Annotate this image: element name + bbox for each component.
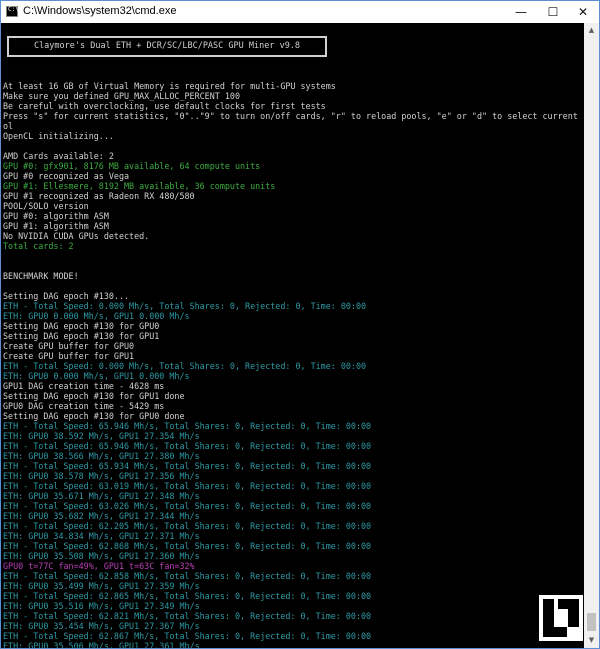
close-button[interactable]: ✕ — [567, 1, 599, 23]
cmd-window: C:\Windows\system32\cmd.exe — ☐ ✕ Claymo… — [0, 0, 600, 649]
console-line: Setting DAG epoch #130 for GPU1 — [3, 331, 160, 341]
console-line: Total cards: 2 — [3, 241, 74, 251]
console-line: ETH - Total Speed: 62.821 Mh/s, Total Sh… — [3, 611, 372, 621]
console-line: Make sure you defined GPU_MAX_ALLOC_PERC… — [3, 91, 240, 101]
window-title: C:\Windows\system32\cmd.exe — [23, 5, 177, 17]
console-line: ETH - Total Speed: 65.946 Mh/s, Total Sh… — [3, 441, 372, 451]
console-line: ETH: GPU0 35.516 Mh/s, GPU1 27.349 Mh/s — [3, 601, 200, 611]
console-line: ETH - Total Speed: 63.026 Mh/s, Total Sh… — [3, 501, 372, 511]
console-line: ETH: GPU0 35.506 Mh/s, GPU1 27.361 Mh/s — [3, 641, 200, 649]
console-line: ETH - Total Speed: 62.858 Mh/s, Total Sh… — [3, 571, 372, 581]
console-line: GPU #1: algorithm ASM — [3, 221, 109, 231]
console-line: ETH: GPU0 38.566 Mh/s, GPU1 27.380 Mh/s — [3, 451, 200, 461]
console-line: GPU #0: algorithm ASM — [3, 211, 109, 221]
console-line: ETH - Total Speed: 65.934 Mh/s, Total Sh… — [3, 461, 372, 471]
console-line: ETH: GPU0 35.454 Mh/s, GPU1 27.367 Mh/s — [3, 621, 200, 631]
console-line: ETH - Total Speed: 0.000 Mh/s, Total Sha… — [3, 361, 367, 371]
console-line: Setting DAG epoch #130 for GPU0 — [3, 321, 160, 331]
corner-logo-icon — [539, 595, 583, 641]
console-line: ETH: GPU0 35.508 Mh/s, GPU1 27.360 Mh/s — [3, 551, 200, 561]
console-line: ETH: GPU0 35.499 Mh/s, GPU1 27.359 Mh/s — [3, 581, 200, 591]
console-line: ol — [3, 121, 14, 131]
console-output[interactable]: Claymore's Dual ETH + DCR/SC/LBC/PASC GP… — [1, 23, 584, 648]
console-line: GPU1 DAG creation time - 4628 ms — [3, 381, 165, 391]
console-line: BENCHMARK MODE! — [3, 271, 79, 281]
console-line: GPU0 DAG creation time - 5429 ms — [3, 401, 165, 411]
console-line: Create GPU buffer for GPU1 — [3, 351, 135, 361]
console-line: No NVIDIA CUDA GPUs detected. — [3, 231, 150, 241]
console-line: OpenCL initializing... — [3, 131, 114, 141]
console-line: ETH: GPU0 34.834 Mh/s, GPU1 27.371 Mh/s — [3, 531, 200, 541]
console-line: Be careful with overclocking, use defaul… — [3, 101, 326, 111]
scrollbar-thumb[interactable] — [587, 613, 596, 631]
console-line: GPU #1 recognized as Radeon RX 480/580 — [3, 191, 195, 201]
console-line: ETH: GPU0 35.682 Mh/s, GPU1 27.344 Mh/s — [3, 511, 200, 521]
console-line: ETH - Total Speed: 62.867 Mh/s, Total Sh… — [3, 631, 372, 641]
scroll-down-arrow-icon[interactable]: ▼ — [584, 633, 599, 648]
console-line: At least 16 GB of Virtual Memory is requ… — [3, 81, 336, 91]
console-line: Setting DAG epoch #130 for GPU1 done — [3, 391, 185, 401]
console-lines: At least 16 GB of Virtual Memory is requ… — [3, 71, 582, 649]
console-line: ETH - Total Speed: 0.000 Mh/s, Total Sha… — [3, 301, 367, 311]
console-line: ETH: GPU0 38.578 Mh/s, GPU1 27.356 Mh/s — [3, 471, 200, 481]
console-line: ETH - Total Speed: 62.868 Mh/s, Total Sh… — [3, 541, 372, 551]
console-line: ETH - Total Speed: 62.205 Mh/s, Total Sh… — [3, 521, 372, 531]
console-line: GPU #0: gfx901, 8176 MB available, 64 co… — [3, 161, 261, 171]
console-line: AMD Cards available: 2 — [3, 151, 114, 161]
minimize-button[interactable]: — — [505, 1, 537, 23]
console-line: ETH - Total Speed: 63.019 Mh/s, Total Sh… — [3, 481, 372, 491]
console-line: Create GPU buffer for GPU0 — [3, 341, 135, 351]
console-line: ETH: GPU0 0.000 Mh/s, GPU1 0.000 Mh/s — [3, 311, 190, 321]
scroll-up-arrow-icon[interactable]: ▲ — [584, 23, 599, 38]
console-line: Setting DAG epoch #130... — [3, 291, 130, 301]
title-bar[interactable]: C:\Windows\system32\cmd.exe — ☐ ✕ — [1, 1, 599, 23]
console-line: ETH: GPU0 0.000 Mh/s, GPU1 0.000 Mh/s — [3, 371, 190, 381]
console-line: POOL/SOLO version — [3, 201, 89, 211]
console-line: Setting DAG epoch #130 for GPU0 done — [3, 411, 185, 421]
console-line: ETH: GPU0 35.671 Mh/s, GPU1 27.348 Mh/s — [3, 491, 200, 501]
console-line: Press "s" for current statistics, "0".."… — [3, 111, 582, 121]
console-line: GPU0 t=77C fan=49%, GPU1 t=63C fan=32% — [3, 561, 195, 571]
console-line: ETH - Total Speed: 62.865 Mh/s, Total Sh… — [3, 591, 372, 601]
vertical-scrollbar[interactable]: ▲ ▼ — [584, 23, 599, 648]
console-line: ETH - Total Speed: 65.946 Mh/s, Total Sh… — [3, 421, 372, 431]
console-line: GPU #0 recognized as Vega — [3, 171, 130, 181]
console-line: ETH: GPU0 38.592 Mh/s, GPU1 27.354 Mh/s — [3, 431, 200, 441]
maximize-button[interactable]: ☐ — [537, 1, 569, 23]
console-line: GPU #1: Ellesmere, 8192 MB available, 36… — [3, 181, 276, 191]
cmd-app-icon[interactable] — [6, 6, 19, 17]
miner-banner: Claymore's Dual ETH + DCR/SC/LBC/PASC GP… — [7, 36, 327, 57]
